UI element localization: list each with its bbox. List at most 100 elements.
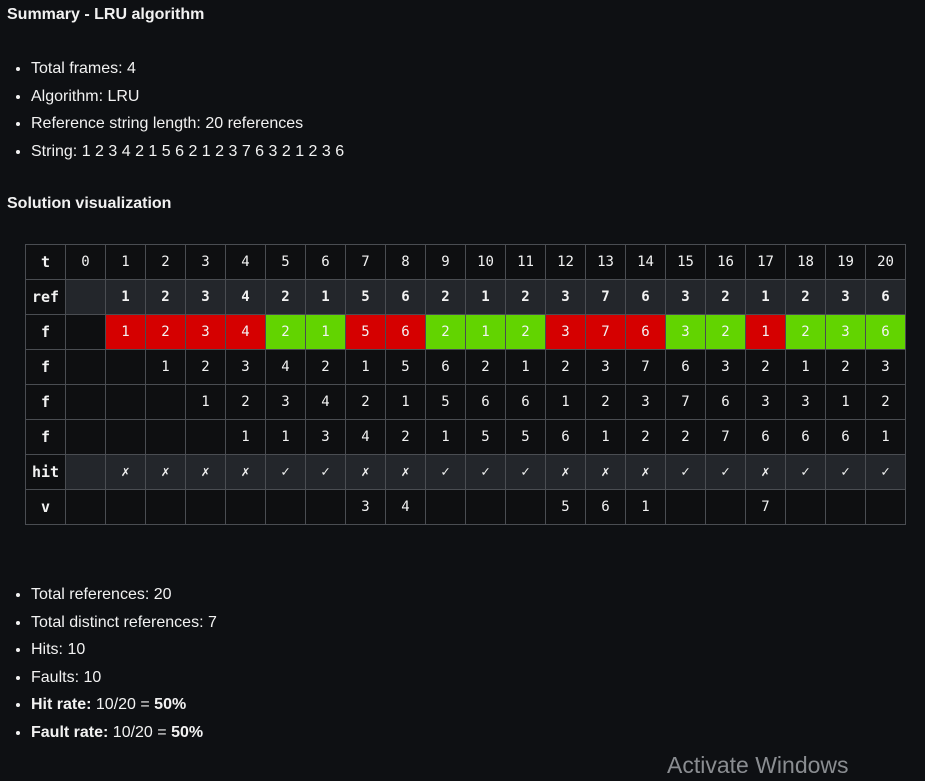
hit-row-cell: ✗: [625, 454, 666, 490]
frame-row: f11342155612276661: [25, 419, 906, 455]
frame-row-cell: 2: [785, 314, 826, 350]
hit-rate-value: 50%: [154, 696, 187, 714]
frame-row: f1234215621237632123: [25, 349, 906, 385]
frame-row-cell: 2: [265, 314, 306, 350]
frame-row-cell: 4: [265, 349, 306, 385]
frame-row-cell: 1: [465, 314, 506, 350]
row-label: f: [25, 349, 66, 385]
frame-row-cell: 1: [305, 314, 346, 350]
time-row-cell: 1: [105, 244, 146, 280]
frame-row-cell: 1: [385, 384, 426, 420]
time-row-cell: 14: [625, 244, 666, 280]
hit-row-cell: ✓: [265, 454, 306, 490]
ref-row-cell: 2: [265, 279, 306, 315]
ref-row-cell: 1: [105, 279, 146, 315]
frame-row-cell: 6: [705, 384, 746, 420]
ref-row-cell: 1: [465, 279, 506, 315]
victim-row-cell: 3: [345, 489, 386, 525]
ref-row-cell: 6: [385, 279, 426, 315]
frame-row-cell: 1: [585, 419, 626, 455]
frame-row-cell: 6: [425, 349, 466, 385]
frame-row-cell: 4: [225, 314, 266, 350]
frame-row-cell: 6: [785, 419, 826, 455]
victim-row-cell: [705, 489, 746, 525]
frame-row-cell: 1: [785, 349, 826, 385]
frame-row-cell: 3: [265, 384, 306, 420]
hit-row-cell: ✗: [385, 454, 426, 490]
frame-row-cell: 2: [825, 349, 866, 385]
frame-row-cell: [65, 419, 106, 455]
time-row-cell: 17: [745, 244, 786, 280]
time-row-cell: 18: [785, 244, 826, 280]
ref-row-cell: 5: [345, 279, 386, 315]
victim-row-cell: [185, 489, 226, 525]
result-item: Total distinct references: 7: [31, 609, 217, 637]
frame-row-cell: 5: [345, 314, 386, 350]
hit-row-cell: ✓: [505, 454, 546, 490]
time-row-cell: 0: [65, 244, 106, 280]
frame-row-cell: [145, 419, 186, 455]
frame-row-cell: 3: [705, 349, 746, 385]
row-label: ref: [25, 279, 66, 315]
frame-row-cell: 7: [665, 384, 706, 420]
frame-row-cell: 1: [505, 349, 546, 385]
frame-row-cell: 2: [465, 349, 506, 385]
ref-row-cell: 7: [585, 279, 626, 315]
summary-item: String: 1 2 3 4 2 1 5 6 2 1 2 3 7 6 3 2 …: [31, 138, 344, 166]
frame-row-cell: 2: [505, 314, 546, 350]
hit-row-cell: ✓: [825, 454, 866, 490]
frame-row-cell: 5: [425, 384, 466, 420]
victim-row-cell: 4: [385, 489, 426, 525]
victim-row-cell: [825, 489, 866, 525]
frame-row-cell: 1: [145, 349, 186, 385]
frame-row-cell: 6: [465, 384, 506, 420]
fault-rate-value: 50%: [171, 723, 204, 741]
victim-row-cell: 1: [625, 489, 666, 525]
time-row-cell: 12: [545, 244, 586, 280]
frame-row-cell: 4: [345, 419, 386, 455]
hit-row-cell: ✗: [185, 454, 226, 490]
victim-row-cell: [145, 489, 186, 525]
ref-row-cell: [65, 279, 106, 315]
ref-row-cell: 3: [665, 279, 706, 315]
time-row-cell: 3: [185, 244, 226, 280]
frame-row-cell: 1: [425, 419, 466, 455]
frame-row-cell: [65, 384, 106, 420]
frame-row-cell: 2: [625, 419, 666, 455]
victim-row-cell: [265, 489, 306, 525]
frame-row-cell: [105, 419, 146, 455]
frame-row-cell: 2: [585, 384, 626, 420]
frame-row-cell: 1: [345, 349, 386, 385]
time-row-cell: 20: [865, 244, 906, 280]
frame-row-cell: 6: [665, 349, 706, 385]
ref-row-cell: 3: [545, 279, 586, 315]
frame-row-cell: 3: [785, 384, 826, 420]
row-label: f: [25, 384, 66, 420]
visualization-title: Solution visualization: [7, 195, 172, 212]
ref-row-cell: 3: [185, 279, 226, 315]
summary-item: Reference string length: 20 references: [31, 110, 344, 138]
victim-row-cell: 6: [585, 489, 626, 525]
hit-rate-label: Hit rate:: [31, 696, 92, 714]
frame-row: f12342156212376321236: [25, 314, 906, 350]
summary-item: Algorithm: LRU: [31, 83, 344, 111]
frame-row-cell: 3: [305, 419, 346, 455]
frame-row-cell: 7: [625, 349, 666, 385]
solution-table: t 0 1 2 3 4 5 6 7 8 9 10 11 12 13 14 15 16 17 18 19 20 ref 1 2 3 4…: [25, 244, 906, 525]
frame-row-cell: 2: [145, 314, 186, 350]
hit-row-cell: ✓: [865, 454, 906, 490]
frame-row-cell: 1: [185, 384, 226, 420]
frame-row-cell: 6: [385, 314, 426, 350]
frame-row-cell: 2: [705, 314, 746, 350]
frame-row-cell: 5: [505, 419, 546, 455]
row-label: f: [25, 419, 66, 455]
summary-item: Total frames: 4: [31, 55, 344, 83]
frame-row-cell: 2: [225, 384, 266, 420]
victim-row-cell: [65, 489, 106, 525]
victim-row-cell: [465, 489, 506, 525]
frame-row-cell: 3: [865, 349, 906, 385]
hit-row-cell: ✓: [425, 454, 466, 490]
victim-row-cell: [105, 489, 146, 525]
row-label: t: [25, 244, 66, 280]
time-row-cell: 6: [305, 244, 346, 280]
